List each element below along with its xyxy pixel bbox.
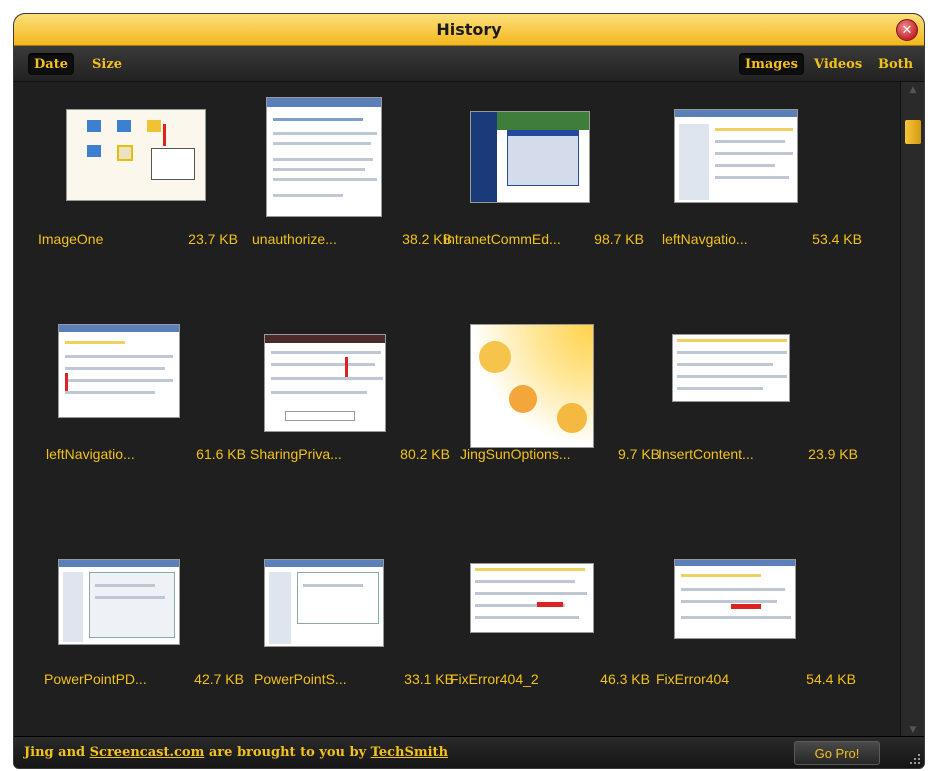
history-item[interactable]: FixError404_2 46.3 KB — [450, 549, 650, 724]
history-item[interactable]: InsertContent... 23.9 KB — [658, 324, 858, 499]
item-name: SharingPriva... — [250, 446, 342, 462]
item-size: 42.7 KB — [194, 671, 244, 687]
item-thumbnail — [58, 559, 180, 645]
item-name: FixError404 — [656, 671, 730, 687]
item-thumbnail — [674, 559, 796, 639]
item-thumbnail — [470, 111, 590, 203]
item-thumbnail — [66, 109, 206, 201]
footer-text-prefix: Jing and — [24, 745, 90, 760]
close-button[interactable]: ✕ — [896, 19, 918, 41]
history-item[interactable]: intranetCommEd... 98.7 KB — [444, 109, 644, 284]
item-thumbnail — [470, 324, 594, 448]
history-item[interactable]: SharingPriva... 80.2 KB — [250, 324, 450, 499]
item-size: 9.7 KB — [617, 446, 660, 462]
item-size: 23.9 KB — [808, 446, 858, 462]
item-name: unauthorize... — [252, 231, 337, 247]
item-size: 33.1 KB — [404, 671, 454, 687]
history-window: History ✕ Date Size Images Videos Both I… — [13, 13, 925, 769]
history-item[interactable]: leftNavigatio... 61.6 KB — [46, 324, 246, 499]
item-name: leftNavgatio... — [662, 231, 748, 247]
item-name: leftNavigatio... — [46, 446, 135, 462]
footer-credits: Jing and Screencast.com are brought to y… — [24, 745, 448, 760]
window-title: History — [436, 20, 502, 39]
toolbar: Date Size Images Videos Both — [14, 46, 924, 82]
history-item[interactable]: PowerPointPD... 42.7 KB — [44, 549, 244, 724]
item-name: InsertContent... — [658, 446, 754, 462]
scroll-up-button[interactable]: ▲ — [901, 82, 924, 98]
title-bar: History ✕ — [14, 14, 924, 46]
item-name: intranetCommEd... — [444, 231, 561, 247]
item-name: JingSunOptions... — [460, 446, 571, 462]
item-thumbnail — [264, 559, 384, 647]
footer: Jing and Screencast.com are brought to y… — [14, 736, 924, 768]
techsmith-link[interactable]: TechSmith — [371, 745, 448, 760]
sort-date-button[interactable]: Date — [28, 53, 74, 75]
item-name: ImageOne — [38, 231, 104, 247]
chevron-down-icon: ▼ — [909, 725, 917, 735]
close-icon: ✕ — [901, 22, 913, 38]
item-size: 46.3 KB — [600, 671, 650, 687]
item-size: 54.4 KB — [806, 671, 856, 687]
screencast-link[interactable]: Screencast.com — [90, 745, 205, 760]
item-thumbnail — [266, 97, 382, 217]
filter-images-button[interactable]: Images — [739, 53, 804, 75]
scrollbar-thumb[interactable] — [905, 120, 921, 144]
history-grid: ImageOne 23.7 KB unauthorize... 38.2 KB — [14, 82, 902, 738]
resize-grip-icon[interactable] — [907, 751, 921, 765]
vertical-scrollbar[interactable]: ▲ ▼ — [900, 82, 924, 738]
history-item[interactable]: JingSunOptions... 9.7 KB — [460, 324, 660, 499]
item-name: PowerPointS... — [254, 671, 347, 687]
filter-both-button[interactable]: Both — [872, 53, 919, 75]
footer-text-middle: are brought to you by — [204, 745, 371, 760]
filter-videos-button[interactable]: Videos — [808, 53, 868, 75]
item-size: 98.7 KB — [594, 231, 644, 247]
history-item[interactable]: FixError404 54.4 KB — [656, 549, 856, 724]
history-item[interactable]: ImageOne 23.7 KB — [38, 109, 238, 284]
item-thumbnail — [470, 563, 594, 633]
item-name: FixError404_2 — [450, 671, 539, 687]
go-pro-button[interactable]: Go Pro! — [794, 741, 880, 765]
sort-size-button[interactable]: Size — [86, 53, 128, 75]
history-item[interactable]: unauthorize... 38.2 KB — [252, 97, 452, 284]
item-size: 80.2 KB — [400, 446, 450, 462]
item-size: 23.7 KB — [188, 231, 238, 247]
item-thumbnail — [264, 334, 386, 432]
item-name: PowerPointPD... — [44, 671, 147, 687]
chevron-up-icon: ▲ — [909, 85, 917, 95]
item-thumbnail — [674, 109, 798, 203]
item-size: 61.6 KB — [196, 446, 246, 462]
item-thumbnail — [58, 324, 180, 418]
item-size: 53.4 KB — [812, 231, 862, 247]
history-item[interactable]: PowerPointS... 33.1 KB — [254, 549, 454, 724]
history-item[interactable]: leftNavgatio... 53.4 KB — [662, 109, 862, 284]
item-thumbnail — [672, 334, 790, 402]
